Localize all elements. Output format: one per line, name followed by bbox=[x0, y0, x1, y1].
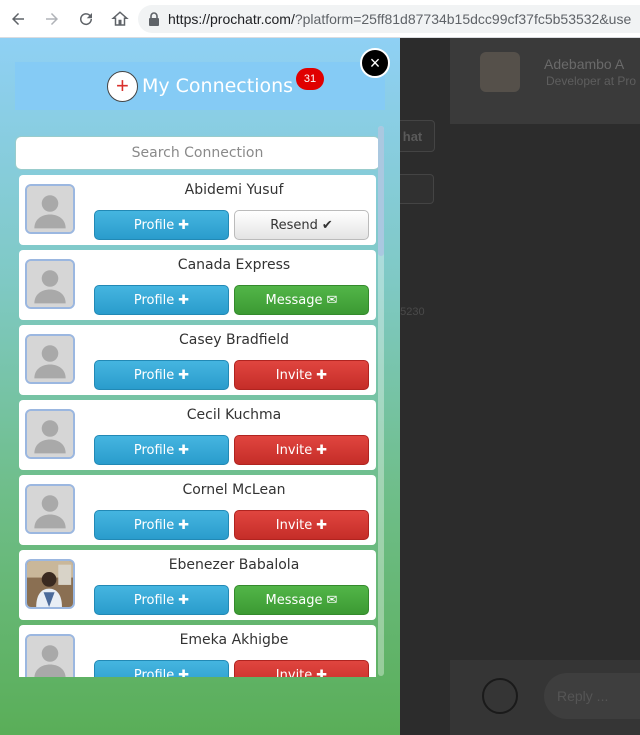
add-connection-icon[interactable]: + bbox=[106, 70, 138, 102]
address-bar[interactable]: https://prochatr.com/?platform=25ff81d87… bbox=[138, 5, 640, 33]
avatar[interactable] bbox=[25, 184, 75, 234]
connection-card: Emeka Akhigbe Profile ✚ Invite ✚ bbox=[19, 625, 376, 677]
scrollbar-thumb[interactable] bbox=[378, 126, 384, 256]
resend-button[interactable]: Resend ✔ bbox=[234, 210, 369, 240]
background-contact-role: Developer at Pro bbox=[546, 74, 637, 88]
profile-button[interactable]: Profile ✚ bbox=[94, 360, 229, 390]
emoji-icon bbox=[482, 678, 518, 714]
avatar[interactable] bbox=[25, 484, 75, 534]
plus-icon: ✚ bbox=[178, 592, 190, 608]
plus-icon: ✚ bbox=[316, 367, 328, 383]
plus-icon: ✚ bbox=[178, 517, 190, 533]
envelope-icon: ✉ bbox=[326, 592, 338, 608]
plus-icon: ✚ bbox=[178, 667, 190, 678]
connection-card: Abidemi Yusuf Profile ✚ Resend ✔ bbox=[19, 175, 376, 245]
scrollbar[interactable] bbox=[378, 126, 384, 676]
avatar[interactable] bbox=[25, 259, 75, 309]
background-contact-name: Adebambo A bbox=[544, 56, 625, 72]
connection-card: Cecil Kuchma Profile ✚ Invite ✚ bbox=[19, 400, 376, 470]
profile-button[interactable]: Profile ✚ bbox=[94, 285, 229, 315]
connection-name: Casey Bradfield bbox=[178, 332, 290, 348]
plus-icon: ✚ bbox=[316, 667, 328, 678]
connection-name: Emeka Akhigbe bbox=[179, 632, 289, 648]
back-icon[interactable] bbox=[2, 3, 34, 35]
envelope-icon: ✉ bbox=[326, 292, 338, 308]
plus-icon: ✚ bbox=[178, 442, 190, 458]
connection-card: Ebenezer Babalola Profile ✚ Message ✉ bbox=[19, 550, 376, 620]
search-connection-input[interactable] bbox=[15, 136, 380, 170]
reload-icon[interactable] bbox=[70, 3, 102, 35]
connection-card: Canada Express Profile ✚ Message ✉ bbox=[19, 250, 376, 320]
invite-button[interactable]: Invite ✚ bbox=[234, 435, 369, 465]
avatar[interactable] bbox=[25, 409, 75, 459]
panel-title: My Connections bbox=[141, 75, 294, 97]
connection-name: Cecil Kuchma bbox=[186, 407, 282, 423]
plus-icon: ✚ bbox=[316, 442, 328, 458]
profile-button[interactable]: Profile ✚ bbox=[94, 435, 229, 465]
connection-card: Cornel McLean Profile ✚ Invite ✚ bbox=[19, 475, 376, 545]
plus-icon: ✚ bbox=[316, 517, 328, 533]
forward-icon[interactable] bbox=[36, 3, 68, 35]
connection-name: Canada Express bbox=[177, 257, 291, 273]
plus-icon: ✚ bbox=[178, 217, 190, 233]
background-chat-page: Adebambo A Developer at Pro hat 35230 Re… bbox=[400, 38, 640, 735]
message-button[interactable]: Message ✉ bbox=[234, 585, 369, 615]
connection-card: Casey Bradfield Profile ✚ Invite ✚ bbox=[19, 325, 376, 395]
background-contact-avatar bbox=[480, 52, 520, 92]
connection-name: Cornel McLean bbox=[182, 482, 286, 498]
home-icon[interactable] bbox=[104, 3, 136, 35]
profile-button[interactable]: Profile ✚ bbox=[94, 585, 229, 615]
background-reply-input: Reply ... bbox=[544, 673, 640, 719]
invite-button[interactable]: Invite ✚ bbox=[234, 510, 369, 540]
message-button[interactable]: Message ✉ bbox=[234, 285, 369, 315]
check-icon: ✔ bbox=[321, 217, 333, 233]
connection-name: Ebenezer Babalola bbox=[168, 557, 300, 573]
plus-icon: ✚ bbox=[178, 292, 190, 308]
browser-toolbar: https://prochatr.com/?platform=25ff81d87… bbox=[0, 0, 640, 38]
avatar[interactable] bbox=[25, 634, 75, 677]
connection-list[interactable]: Abidemi Yusuf Profile ✚ Resend ✔ Canada Expre… bbox=[19, 175, 376, 677]
avatar[interactable] bbox=[25, 559, 75, 609]
profile-button[interactable]: Profile ✚ bbox=[94, 210, 229, 240]
background-icon-button bbox=[400, 174, 434, 204]
url-text: https://prochatr.com/?platform=25ff81d87… bbox=[168, 11, 632, 27]
connection-name: Abidemi Yusuf bbox=[184, 182, 284, 198]
lock-icon bbox=[149, 12, 159, 26]
connections-count-badge: 31 bbox=[296, 68, 324, 90]
panel-header: + My Connections 31 bbox=[15, 62, 385, 110]
plus-icon: ✚ bbox=[178, 367, 190, 383]
close-button[interactable]: × bbox=[360, 48, 390, 78]
invite-button[interactable]: Invite ✚ bbox=[234, 660, 369, 677]
invite-button[interactable]: Invite ✚ bbox=[234, 360, 369, 390]
connections-panel: + My Connections 31 × Abidemi Yusuf Profi… bbox=[0, 38, 400, 735]
profile-button[interactable]: Profile ✚ bbox=[94, 510, 229, 540]
profile-button[interactable]: Profile ✚ bbox=[94, 660, 229, 677]
background-chat-button: hat bbox=[400, 120, 435, 152]
avatar[interactable] bbox=[25, 334, 75, 384]
background-number: 35230 bbox=[400, 306, 425, 318]
